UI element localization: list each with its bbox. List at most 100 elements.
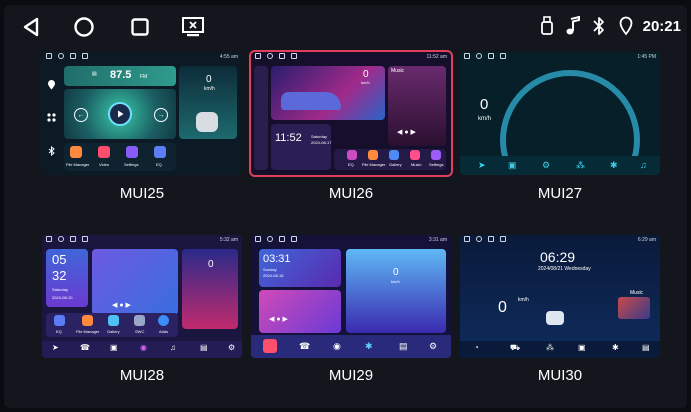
video-icon[interactable]	[98, 146, 110, 158]
bluetooth-icon[interactable]	[46, 146, 56, 156]
app-label-settings: Settings	[124, 162, 139, 167]
home-icon[interactable]: ◉	[140, 343, 147, 352]
app-dock	[460, 341, 660, 358]
navigation-icon[interactable]: ➤	[478, 160, 486, 171]
apps-icon[interactable]	[46, 112, 56, 122]
video-icon[interactable]: ▤	[399, 341, 408, 352]
mini-nav-icons	[46, 53, 94, 61]
screen-off-icon[interactable]	[180, 15, 206, 39]
navigation-icon[interactable]	[46, 80, 56, 90]
video-icon[interactable]: ▤	[200, 343, 208, 352]
app-icon[interactable]	[263, 339, 277, 353]
clock-time: 06:29	[540, 249, 576, 265]
file-manager-icon[interactable]	[70, 146, 82, 158]
clock-minute: 32	[52, 268, 67, 283]
clock-date: 2024/08/21 Wednesday	[538, 266, 591, 272]
media-controls[interactable]: ◀ ● ▶	[397, 128, 416, 136]
car-image	[281, 92, 341, 110]
music-icon[interactable]: ♫	[640, 160, 647, 170]
settings-icon[interactable]	[431, 150, 441, 160]
gallery-icon[interactable]	[108, 315, 119, 326]
music-icon[interactable]: ♫	[170, 343, 176, 352]
radio-icon[interactable]: ▣	[110, 343, 118, 352]
mini-time: 1:45 PM	[637, 54, 656, 60]
back-icon[interactable]	[20, 15, 42, 39]
eq-icon[interactable]	[54, 315, 65, 326]
file-manager-icon[interactable]	[82, 315, 93, 326]
status-clock: 20:21	[642, 18, 681, 35]
radio-icon[interactable]: ▣	[508, 160, 517, 171]
navigation-icon[interactable]: ➤	[52, 343, 59, 352]
theme-label-mui26: MUI26	[328, 185, 374, 202]
apps-icon[interactable]: ⁂	[576, 160, 585, 171]
media-player-card[interactable]	[259, 290, 341, 333]
mini-nav-icons	[46, 236, 94, 244]
app-label-eq: EQ	[56, 329, 62, 334]
media-controls[interactable]: ◀ ● ▶	[112, 301, 131, 309]
phone-icon[interactable]: ☎	[80, 343, 90, 352]
phone-icon[interactable]: ☎	[299, 341, 310, 352]
app-label-eq: EQ	[348, 162, 354, 167]
car-icon[interactable]: ⛟	[510, 343, 520, 353]
speed-value: 0	[393, 267, 399, 278]
theme-tile-mui29[interactable]: 3:31 am 03:31 Sunday 2024-08-18 ◀ ● ▶ 0 …	[251, 235, 451, 358]
app-label-music: Music	[411, 162, 422, 167]
radio-icon: ▤	[92, 71, 97, 77]
apps-icon[interactable]: ⁂	[546, 343, 554, 352]
theme-tile-mui27[interactable]: 1:45 PM 0 km/h ➤ ▣ ⚙ ⁂ ✱ ♫	[460, 52, 660, 175]
bluetooth-icon[interactable]: ✱	[365, 341, 373, 352]
adds-icon[interactable]	[158, 315, 169, 326]
speed-value: 0	[498, 299, 507, 316]
settings-icon[interactable]: ⚙	[429, 341, 437, 352]
speed-unit: km/h	[478, 116, 492, 122]
settings-icon[interactable]: ⚙	[542, 160, 550, 171]
theme-tile-mui26[interactable]: 11:52 am 0 km/h Music ◀ ● ▶ 11:52 Saturd…	[251, 52, 451, 175]
bluetooth-icon[interactable]: ✱	[612, 343, 619, 352]
music-label: Music	[630, 290, 644, 296]
navigation-icon[interactable]: ◔	[474, 343, 479, 352]
app-label-settings: Settings	[429, 162, 444, 167]
file-manager-icon[interactable]	[368, 150, 378, 160]
status-bar: 20:21	[4, 5, 687, 49]
mini-status-bar: 4:55 am	[42, 52, 242, 62]
recents-icon[interactable]	[128, 15, 152, 39]
next-button[interactable]: →	[154, 108, 168, 122]
usb-icon	[539, 15, 555, 37]
settings-icon[interactable]: ⚙	[228, 343, 235, 352]
theme-label-mui28: MUI28	[119, 367, 165, 384]
media-controls[interactable]: ◀ ● ▶	[269, 315, 288, 323]
mini-nav-icons	[255, 53, 303, 61]
speed-card	[346, 249, 446, 333]
clock-day: Saturday	[311, 134, 328, 139]
eq-icon[interactable]	[154, 146, 166, 158]
swc-icon[interactable]	[134, 315, 145, 326]
bluetooth-icon[interactable]: ✱	[610, 160, 618, 171]
speed-unit: km/h	[361, 80, 370, 85]
app-label-gallery: Gallery	[107, 329, 120, 334]
app-label-video: Video	[99, 162, 110, 167]
radio-icon[interactable]: ▣	[578, 343, 586, 352]
media-player-card[interactable]	[92, 249, 178, 315]
video-icon[interactable]: ▤	[642, 343, 650, 352]
gallery-icon[interactable]	[389, 150, 399, 160]
previous-button[interactable]: ←	[74, 108, 88, 122]
album-art[interactable]	[618, 297, 650, 319]
media-icon[interactable]: ◉	[333, 341, 341, 352]
theme-tile-mui25[interactable]: 4:55 am ▤ 87.5 FM ← → 0 km/h File Manage…	[42, 52, 242, 175]
speed-unit: km/h	[391, 279, 400, 284]
speed-unit: km/h	[518, 297, 529, 303]
clock-date: 2024-08-18	[263, 273, 284, 278]
music-icon[interactable]	[410, 150, 420, 160]
theme-tile-mui30[interactable]: 6:29 am 06:29 2024/08/21 Wednesday 0 km/…	[460, 235, 660, 358]
eq-icon[interactable]	[347, 150, 357, 160]
app-label-file-manager: File Manager	[76, 329, 100, 334]
home-icon[interactable]	[72, 15, 96, 39]
clock-hour: 05	[52, 252, 67, 267]
speed-unit: km/h	[204, 86, 215, 92]
mini-time: 6:29 am	[637, 237, 656, 243]
mini-nav-icons	[464, 53, 512, 61]
app-label-eq: EQ	[156, 162, 162, 167]
settings-icon[interactable]	[126, 146, 138, 158]
play-button[interactable]	[108, 102, 132, 126]
theme-tile-mui28[interactable]: 5:32 am 05 32 Saturday 2024-08-10 ◀ ● ▶ …	[42, 235, 242, 358]
